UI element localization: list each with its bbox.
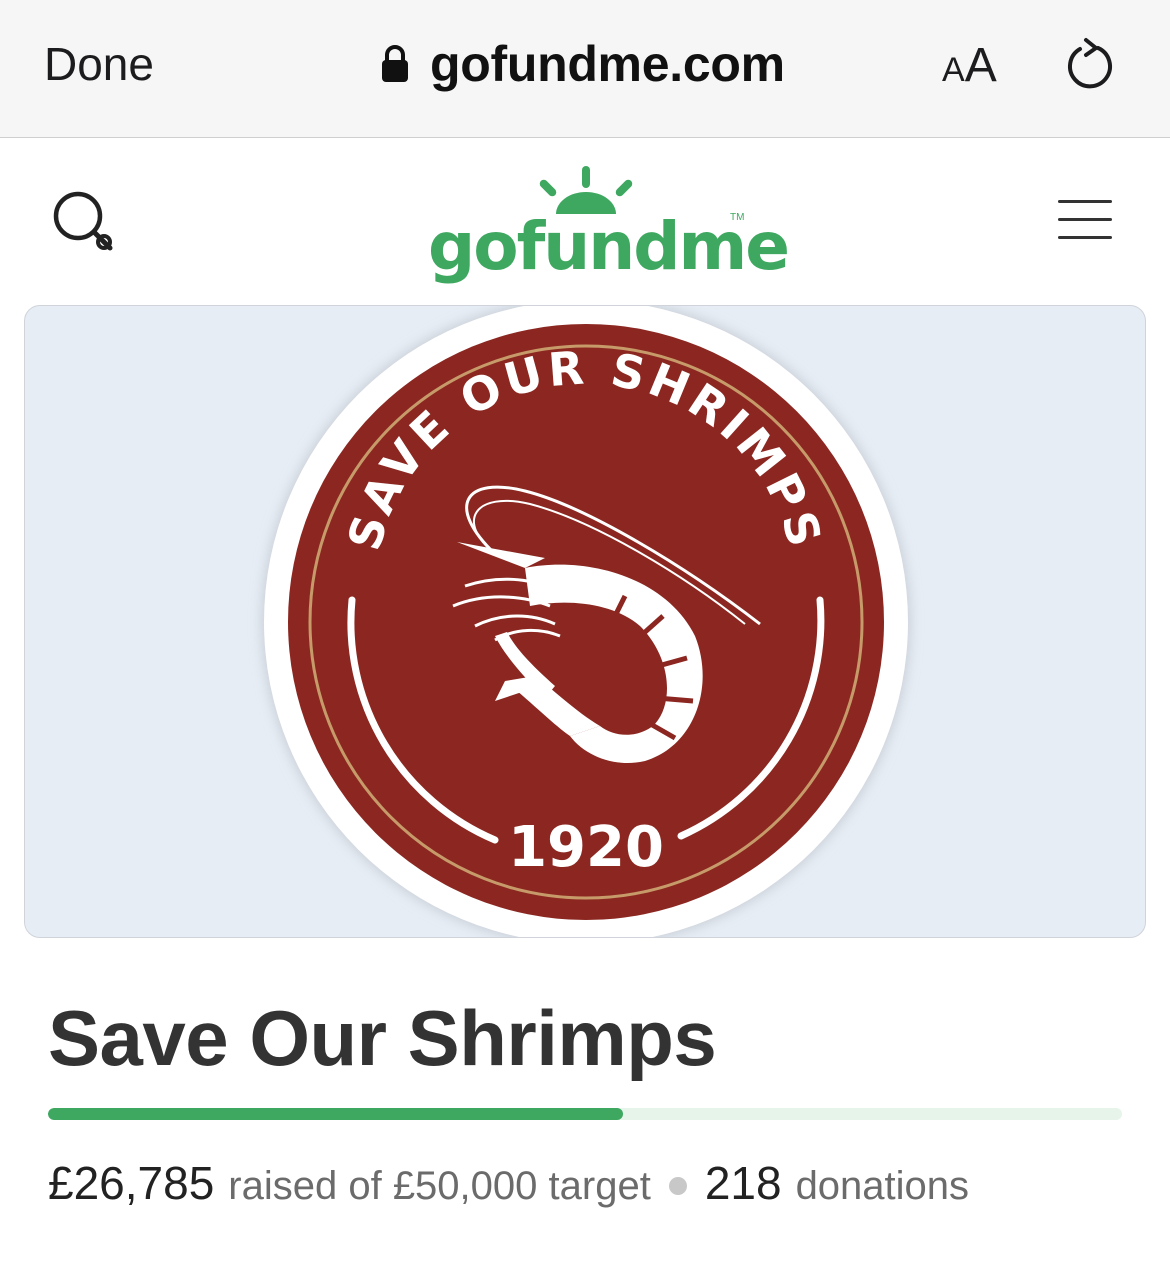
campaign-title: Save Our Shrimps	[48, 994, 717, 1082]
text-size-button[interactable]: AA	[942, 38, 997, 105]
site-header: gofundme TM	[0, 138, 1170, 298]
save-our-shrimps-badge: SAVE OUR SHRIMPS 1920	[262, 306, 910, 937]
raised-amount: £26,785	[48, 1157, 215, 1209]
url-text: gofundme.com	[430, 36, 785, 92]
campaign-hero-image: SAVE OUR SHRIMPS 1920	[24, 305, 1146, 938]
hamburger-menu-icon[interactable]	[1056, 198, 1116, 246]
separator-dot	[668, 1177, 687, 1195]
text-size-small-a: A	[942, 51, 965, 89]
logo-trademark: TM	[730, 212, 745, 223]
donations-label: donations	[795, 1164, 970, 1208]
gofundme-logo[interactable]: gofundme TM	[420, 166, 790, 285]
search-icon[interactable]	[50, 188, 120, 258]
fundraising-progress-bar	[48, 1108, 1122, 1120]
address-bar[interactable]: gofundme.com	[380, 34, 785, 94]
donation-count: 218	[704, 1157, 782, 1209]
reload-icon[interactable]	[1062, 36, 1118, 92]
badge-year: 1920	[508, 815, 664, 880]
text-size-big-a: A	[964, 39, 997, 92]
done-button[interactable]: Done	[44, 36, 154, 92]
progress-fill	[48, 1108, 624, 1120]
lock-icon	[382, 45, 408, 82]
menu-line	[1058, 236, 1112, 239]
campaign-stats: £26,785 raised of £50,000 target 218 don…	[48, 1156, 969, 1216]
raised-target-label: raised of £50,000 target	[228, 1164, 651, 1208]
browser-toolbar: Done gofundme.com AA	[0, 0, 1170, 138]
menu-line	[1058, 200, 1112, 203]
menu-line	[1058, 218, 1112, 221]
